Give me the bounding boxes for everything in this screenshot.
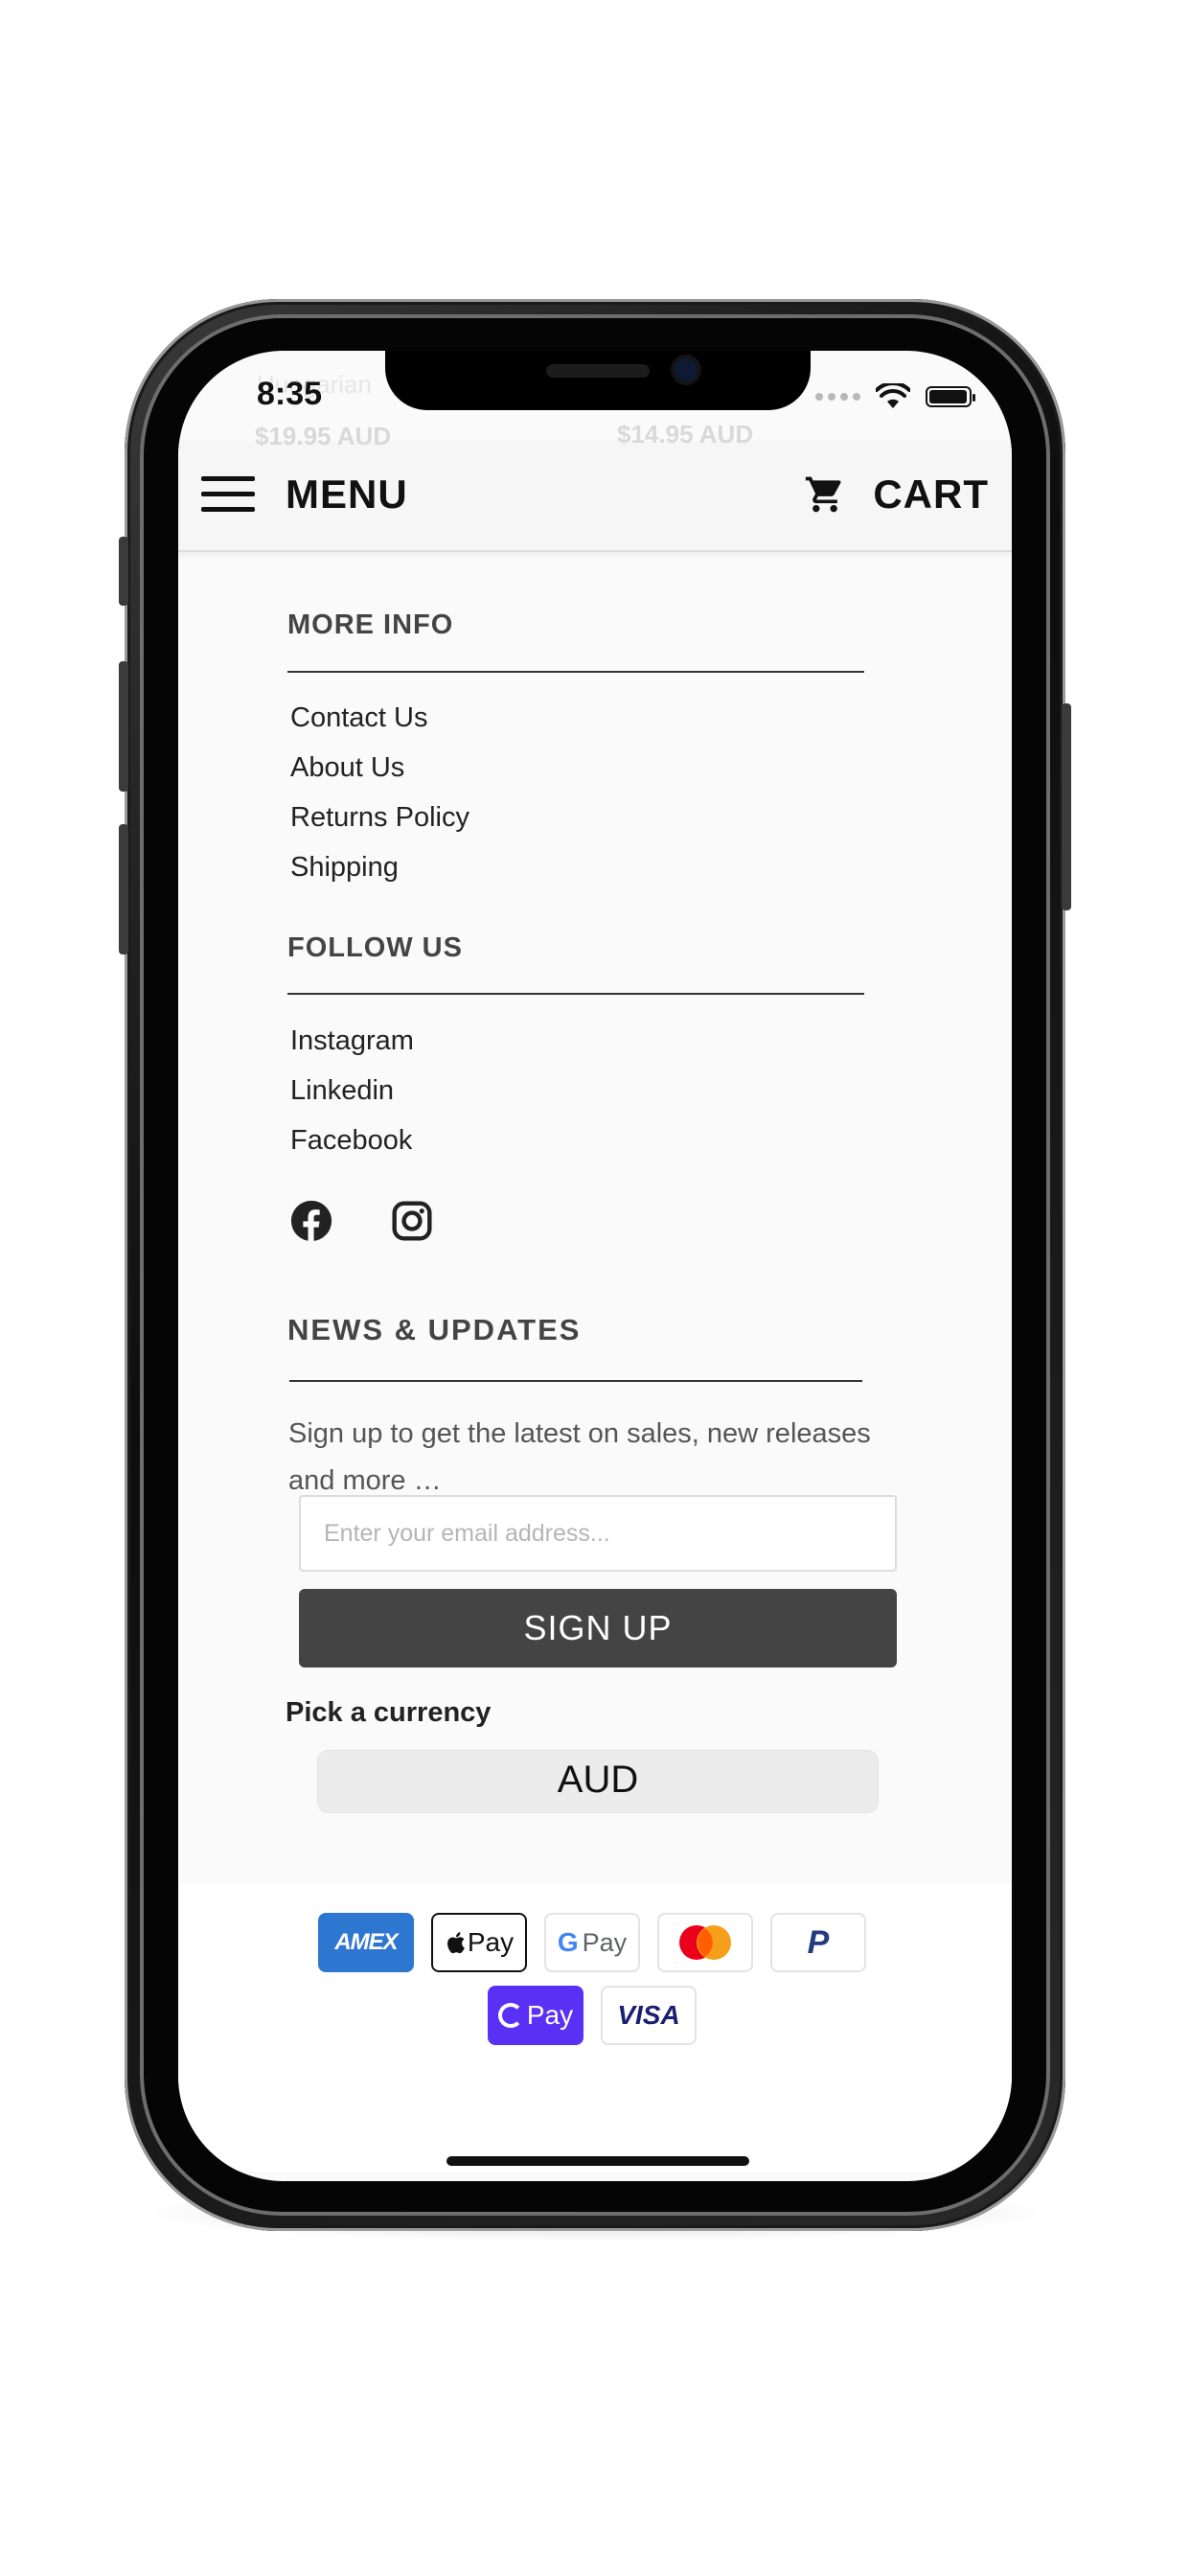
newsletter-description: Sign up to get the latest on sales, new … [288, 1418, 871, 1496]
follow-us-title: FOLLOW US [287, 932, 463, 963]
cart-button[interactable]: CART [804, 466, 989, 523]
cellular-signal-icon [815, 393, 860, 401]
status-icons [815, 383, 975, 410]
silent-switch [119, 537, 128, 606]
wifi-icon [876, 383, 910, 408]
hamburger-icon [201, 476, 255, 513]
status-time: 8:35 [257, 376, 323, 412]
news-updates-divider [289, 1380, 862, 1382]
visa-icon: VISA [601, 1986, 697, 2045]
payment-methods: AMEX Pay G Pay P Pay VISA [178, 1884, 1012, 2172]
google-pay-label: Pay [582, 1927, 628, 1957]
currency-label: Pick a currency [286, 1697, 492, 1728]
returns-policy-link[interactable]: Returns Policy [290, 802, 469, 834]
google-pay-icon: G Pay [544, 1913, 640, 1972]
battery-icon [926, 386, 975, 407]
shop-pay-icon: Pay [488, 1986, 584, 2045]
site-header: MENU CART [178, 443, 1012, 552]
apple-pay-label: Pay [467, 1927, 515, 1957]
notch [385, 351, 811, 410]
power-button [1062, 703, 1071, 910]
amex-label: AMEX [334, 1929, 398, 1955]
paypal-icon: P [770, 1913, 866, 1972]
follow-us-divider [287, 993, 864, 995]
apple-pay-icon: Pay [431, 1913, 527, 1972]
paypal-label: P [807, 1923, 830, 1961]
about-us-link[interactable]: About Us [290, 752, 404, 784]
speaker-grille [546, 364, 650, 378]
news-updates-title: NEWS & UPDATES [287, 1313, 582, 1346]
apple-logo-icon [446, 1932, 465, 1954]
facebook-link[interactable]: Facebook [290, 1125, 412, 1157]
facebook-icon[interactable] [290, 1200, 332, 1242]
mastercard-circles-icon [679, 1925, 731, 1960]
device-screen: 8:35 Hungarian $19.95 AUD $14.95 AUD MEN… [178, 351, 1012, 2181]
email-input[interactable] [299, 1495, 897, 1572]
instagram-link[interactable]: Instagram [290, 1025, 414, 1057]
cart-label: CART [873, 472, 989, 517]
mastercard-icon [657, 1913, 753, 1972]
volume-up-button [119, 661, 128, 792]
menu-label: MENU [286, 472, 408, 517]
sign-up-button[interactable]: SIGN UP [299, 1589, 897, 1668]
google-g-icon: G [557, 1927, 579, 1957]
instagram-icon[interactable] [391, 1200, 433, 1242]
amex-icon: AMEX [318, 1913, 414, 1972]
more-info-title: MORE INFO [287, 610, 454, 640]
volume-down-button [119, 824, 128, 954]
shop-pay-label: Pay [526, 2000, 574, 2030]
menu-button[interactable]: MENU [201, 466, 408, 523]
shop-pay-o-icon [497, 2003, 523, 2028]
linkedin-link[interactable]: Linkedin [290, 1075, 394, 1107]
more-info-divider [287, 671, 864, 673]
currency-select[interactable]: AUD [317, 1750, 879, 1813]
visa-label: VISA [617, 2000, 680, 2030]
shipping-link[interactable]: Shipping [290, 852, 399, 884]
cart-icon [806, 476, 841, 513]
home-indicator[interactable] [446, 2156, 749, 2166]
contact-us-link[interactable]: Contact Us [290, 702, 427, 734]
front-camera [675, 358, 698, 381]
